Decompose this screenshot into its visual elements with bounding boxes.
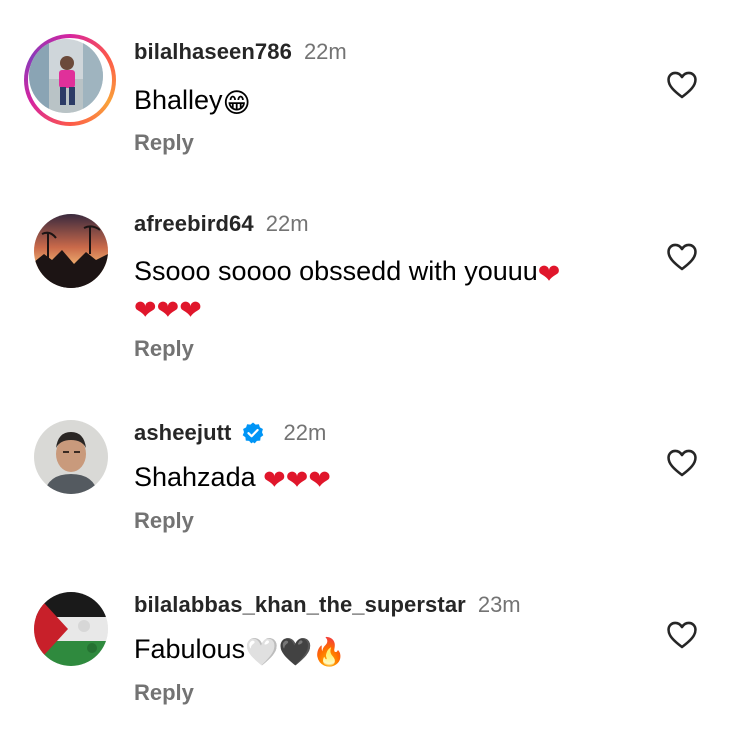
red-heart-emoji: ❤: [537, 259, 561, 289]
avatar: [29, 39, 103, 113]
avatar[interactable]: [34, 420, 108, 494]
red-heart-emoji: ❤: [179, 295, 202, 325]
avatar[interactable]: [34, 592, 108, 666]
username[interactable]: afreebird64: [134, 211, 254, 237]
timestamp: 23m: [477, 592, 521, 617]
red-heart-emoji: ❤: [134, 295, 157, 325]
comment-text: Shahzada ❤❤❤: [134, 462, 331, 495]
red-heart-emoji: ❤: [263, 465, 286, 495]
white-heart-emoji: 🤍: [245, 637, 280, 667]
reply-button[interactable]: Reply: [134, 130, 194, 156]
fire-emoji: 🔥: [312, 637, 346, 667]
username[interactable]: bilalhaseen786: [134, 39, 292, 65]
heart-outline-icon[interactable]: [664, 68, 700, 102]
comment-text: Bhalley😁: [134, 85, 251, 118]
avatar[interactable]: [34, 214, 108, 288]
reply-button[interactable]: Reply: [134, 680, 194, 706]
heart-outline-icon[interactable]: [664, 240, 700, 274]
heart-outline-icon[interactable]: [664, 446, 700, 480]
comment-text: Ssooo soooo obssedd with youuu❤ ❤❤❤: [134, 256, 561, 325]
red-heart-emoji: ❤: [308, 465, 331, 495]
red-heart-emoji: ❤: [285, 465, 309, 495]
timestamp: 22m: [303, 39, 347, 64]
timestamp: 22m: [283, 420, 327, 445]
comment-text: Fabulous🤍🖤🔥: [134, 634, 346, 667]
heart-outline-icon[interactable]: [664, 618, 700, 652]
username[interactable]: asheejutt: [134, 420, 231, 446]
verified-badge-icon: [243, 422, 264, 444]
timestamp: 22m: [265, 211, 309, 236]
username[interactable]: bilalabbas_khan_the_superstar: [134, 592, 466, 618]
reply-button[interactable]: Reply: [134, 336, 194, 362]
grin-emoji: 😁: [222, 88, 251, 118]
reply-button[interactable]: Reply: [134, 508, 194, 534]
red-heart-emoji: ❤: [156, 295, 180, 325]
black-heart-emoji: 🖤: [278, 637, 313, 667]
story-ring[interactable]: [24, 34, 116, 126]
